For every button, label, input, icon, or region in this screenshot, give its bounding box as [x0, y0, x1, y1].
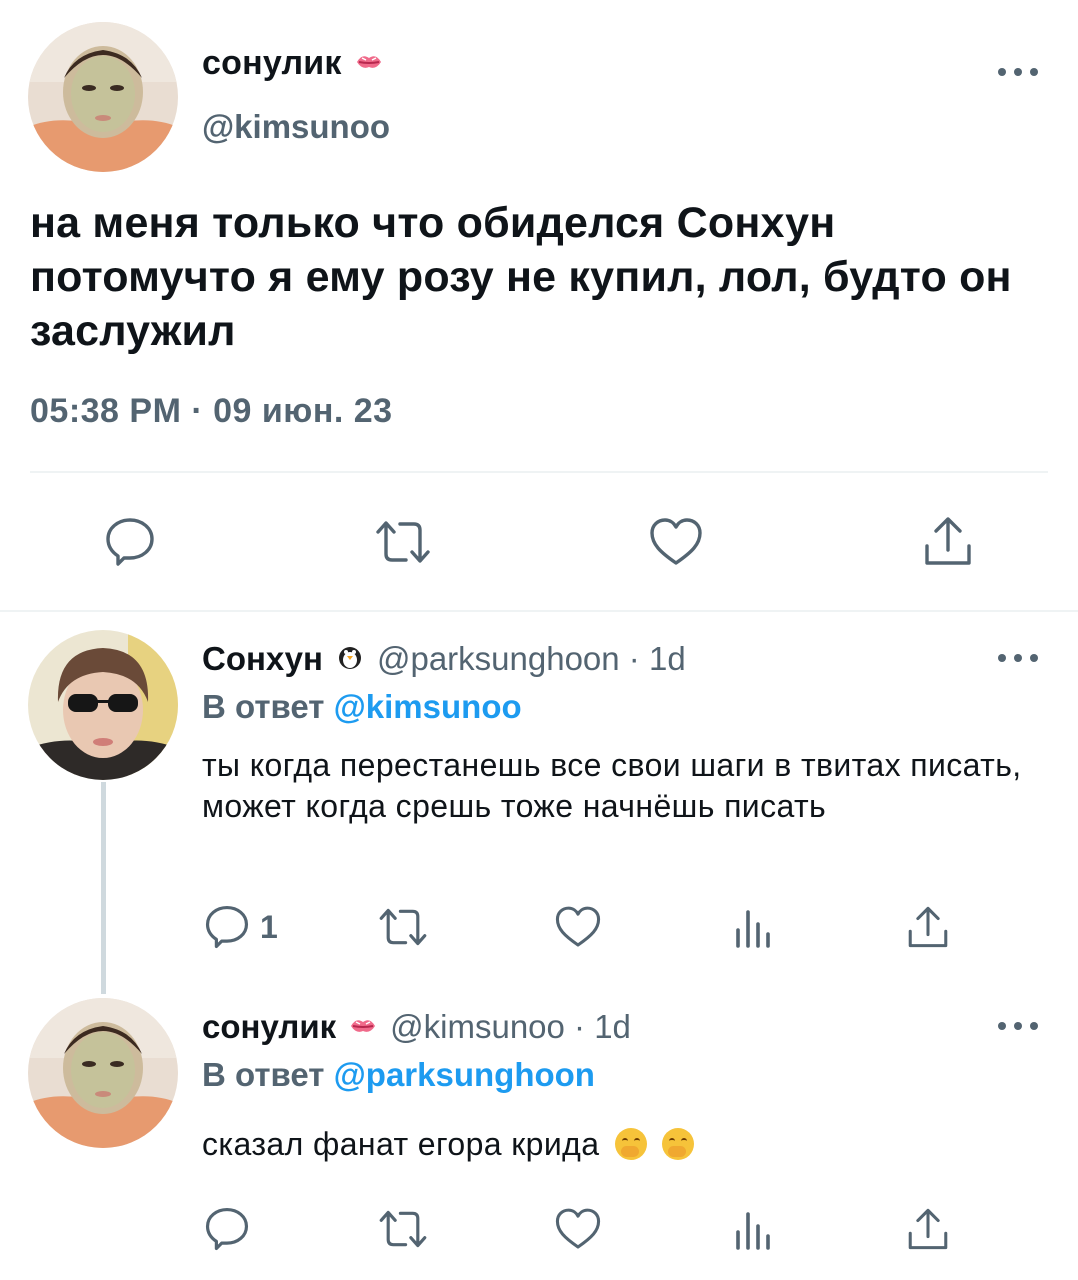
share-button[interactable] [906, 1206, 950, 1252]
reply-avatar[interactable] [28, 998, 178, 1148]
analytics-icon [736, 1212, 770, 1250]
author-handle[interactable]: @kimsunoo [202, 108, 390, 146]
hand-over-mouth-emoji [662, 1128, 694, 1160]
kiss-mark-icon [354, 44, 384, 83]
reply-icon [106, 518, 154, 566]
divider [30, 471, 1048, 473]
reply-author-name[interactable]: сонулик [202, 1008, 336, 1046]
replying-to: В ответ @parksunghoon [202, 1056, 595, 1094]
like-button[interactable] [554, 904, 602, 950]
like-icon [650, 518, 702, 565]
reply-text: ты когда перестанешь все свои шаги в тви… [202, 747, 1022, 824]
reply-header: сонулик @kimsunoo · 1d [202, 1008, 631, 1046]
reply-meta[interactable]: @parksunghoon · 1d [377, 640, 686, 678]
reply-text: сказал фанат егора крида [202, 1126, 600, 1162]
reply-author-name[interactable]: Сонхун [202, 640, 323, 678]
reply-meta[interactable]: @kimsunoo · 1d [390, 1008, 631, 1046]
analytics-button[interactable] [734, 908, 774, 948]
reply-text-line: сказал фанат егора крида [202, 1124, 1042, 1165]
author-name[interactable]: сонулик [202, 44, 384, 83]
replying-mention[interactable]: @parksunghoon [334, 1056, 595, 1093]
hand-over-mouth-emoji [614, 1128, 647, 1160]
reply-icon [205, 1207, 249, 1251]
like-icon [555, 1208, 601, 1249]
share-icon [908, 1208, 948, 1250]
reply-button[interactable] [104, 516, 156, 568]
reply-button[interactable]: 1 [204, 904, 278, 950]
share-icon [908, 906, 948, 948]
retweet-button[interactable] [376, 1208, 430, 1250]
like-button[interactable] [554, 1206, 602, 1252]
like-button[interactable] [648, 516, 704, 568]
more-options-icon[interactable] [998, 1020, 1038, 1032]
reply-button[interactable] [204, 1206, 250, 1252]
share-button[interactable] [922, 514, 974, 568]
thread-line [101, 782, 106, 994]
kiss-mark-icon [348, 1008, 378, 1046]
author-name-text: сонулик [202, 44, 342, 82]
reply-avatar[interactable] [28, 630, 178, 780]
retweet-button[interactable] [376, 906, 430, 948]
replying-mention[interactable]: @kimsunoo [334, 688, 522, 725]
reply-header: Сонхун @parksunghoon · 1d [202, 640, 686, 678]
share-button[interactable] [906, 904, 950, 950]
penguin-icon [335, 640, 365, 678]
tweet-timestamp[interactable]: 05:38 PM · 09 июн. 23 [30, 392, 393, 431]
retweet-icon [376, 521, 430, 563]
like-icon [555, 906, 601, 947]
divider [0, 610, 1078, 612]
tweet-text: на меня только что обиделся Сонхун потом… [30, 199, 1012, 355]
more-options-icon[interactable] [998, 652, 1038, 664]
retweet-button[interactable] [372, 518, 434, 566]
retweet-icon [379, 908, 427, 946]
more-options-icon[interactable] [998, 66, 1038, 78]
reply-count: 1 [260, 908, 278, 945]
replying-prefix: В ответ [202, 1056, 325, 1093]
share-icon [925, 517, 971, 565]
reply-icon [205, 905, 249, 949]
replying-prefix: В ответ [202, 688, 325, 725]
retweet-icon [379, 1210, 427, 1248]
analytics-icon [736, 910, 770, 948]
author-avatar[interactable] [28, 22, 178, 172]
replying-to: В ответ @kimsunoo [202, 688, 522, 726]
analytics-button[interactable] [734, 1210, 774, 1250]
